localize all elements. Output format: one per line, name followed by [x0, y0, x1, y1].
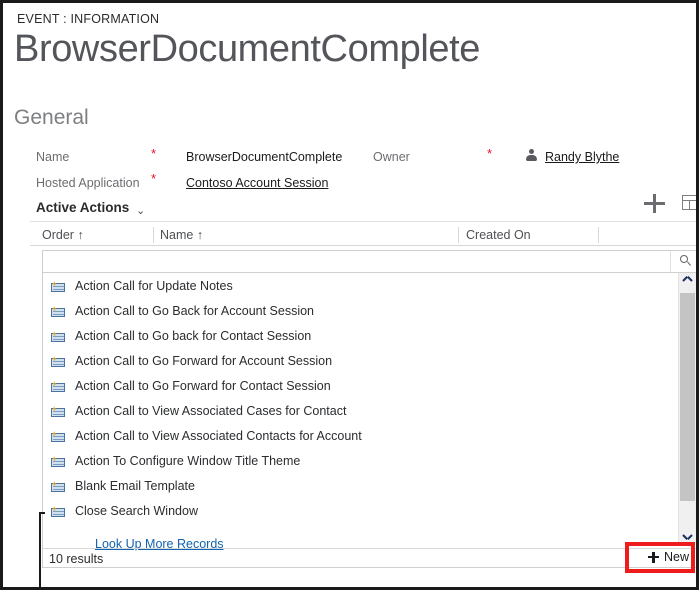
list-item[interactable]: Blank Email Template [43, 473, 678, 498]
list-item-label: Action Call to View Associated Contacts … [75, 429, 362, 443]
action-call-icon [50, 478, 66, 493]
field-value-name[interactable]: BrowserDocumentComplete [186, 150, 342, 164]
list-item-label: Close Search Window [75, 504, 198, 518]
column-header-divider [30, 245, 698, 246]
callout-line [39, 512, 41, 590]
list-item[interactable]: Close Search Window [43, 498, 678, 523]
list-item-label: Action Call to View Associated Cases for… [75, 404, 346, 418]
action-call-icon [50, 303, 66, 318]
action-call-icon [50, 403, 66, 418]
list-item[interactable]: Action Call to Go back for Contact Sessi… [43, 323, 678, 348]
results-scrollbar[interactable] [678, 273, 696, 545]
results-list[interactable]: Action Call for Update Notes Action Call… [43, 273, 678, 528]
scrollbar-thumb[interactable] [680, 293, 695, 501]
list-item[interactable]: Action Call for Update Notes [43, 273, 678, 298]
column-divider [458, 227, 459, 243]
chevron-up-icon [683, 280, 692, 285]
chevron-down-icon[interactable]: ⌄ [136, 204, 145, 217]
search-icon[interactable] [680, 255, 691, 266]
column-header-order-label: Order [42, 228, 74, 242]
list-item[interactable]: Action Call to Go Forward for Account Se… [43, 348, 678, 373]
sort-ascending-icon: ↑ [197, 228, 203, 242]
new-button[interactable]: New [648, 550, 689, 564]
results-count-label: 10 results [49, 552, 103, 566]
list-item[interactable]: Action Call to View Associated Contacts … [43, 423, 678, 448]
list-item-label: Action Call to Go Forward for Contact Se… [75, 379, 331, 393]
search-divider [670, 251, 671, 272]
sort-ascending-icon: ↑ [77, 228, 83, 242]
plus-icon [648, 552, 659, 563]
subgrid-title[interactable]: Active Actions [36, 200, 129, 215]
list-item-label: Action Call to Go Back for Account Sessi… [75, 304, 314, 318]
column-header-name[interactable]: Name ↑ [160, 228, 203, 242]
column-header-created-on-label: Created On [466, 228, 531, 242]
action-call-icon [50, 378, 66, 393]
action-call-icon [50, 328, 66, 343]
chevron-down-icon [683, 534, 692, 539]
column-header-created-on[interactable]: Created On [466, 228, 531, 242]
page-title: BrowserDocumentComplete [14, 28, 480, 71]
column-header-order[interactable]: Order ↑ [42, 228, 84, 242]
grid-view-icon[interactable] [682, 195, 698, 210]
column-divider [153, 227, 154, 243]
list-item[interactable]: Action Call to View Associated Cases for… [43, 398, 678, 423]
field-label-name: Name [36, 150, 69, 164]
required-marker-name: * [151, 147, 156, 160]
record-type-breadcrumb: EVENT : INFORMATION [17, 12, 159, 26]
scroll-down-button[interactable] [679, 527, 696, 545]
action-call-icon [50, 278, 66, 293]
scroll-up-button[interactable] [679, 273, 696, 291]
column-header-name-label: Name [160, 228, 193, 242]
section-heading-general: General [14, 106, 89, 130]
field-label-owner: Owner [373, 150, 410, 164]
subgrid-divider [30, 221, 698, 222]
callout-line-tick [39, 512, 45, 514]
field-value-hosted-application[interactable]: Contoso Account Session [186, 176, 328, 190]
list-item-label: Blank Email Template [75, 479, 195, 493]
crm-record-form-screenshot: EVENT : INFORMATION BrowserDocumentCompl… [0, 0, 699, 590]
action-call-icon [50, 353, 66, 368]
action-call-icon [50, 428, 66, 443]
list-item-label: Action Call for Update Notes [75, 279, 233, 293]
column-divider [598, 227, 599, 243]
required-marker-owner: * [487, 147, 492, 160]
field-label-hosted-application: Hosted Application [36, 176, 140, 190]
action-call-icon [50, 503, 66, 518]
search-input[interactable] [49, 253, 673, 273]
list-item-label: Action To Configure Window Title Theme [75, 454, 300, 468]
lookup-results-panel: Action Call for Update Notes Action Call… [42, 273, 697, 568]
plus-icon[interactable] [644, 193, 664, 213]
lookup-search-box[interactable] [42, 250, 697, 273]
list-item[interactable]: Action Call to Go Forward for Contact Se… [43, 373, 678, 398]
new-button-label: New [664, 550, 689, 564]
list-item-label: Action Call to Go Forward for Account Se… [75, 354, 332, 368]
required-marker-hosted-application: * [151, 172, 156, 185]
list-item[interactable]: Action Call to Go Back for Account Sessi… [43, 298, 678, 323]
action-call-icon [50, 453, 66, 468]
panel-footer-divider [43, 548, 696, 549]
field-value-owner[interactable]: Randy Blythe [545, 150, 619, 164]
person-icon [525, 149, 538, 162]
list-item-label: Action Call to Go back for Contact Sessi… [75, 329, 311, 343]
list-item[interactable]: Action To Configure Window Title Theme [43, 448, 678, 473]
